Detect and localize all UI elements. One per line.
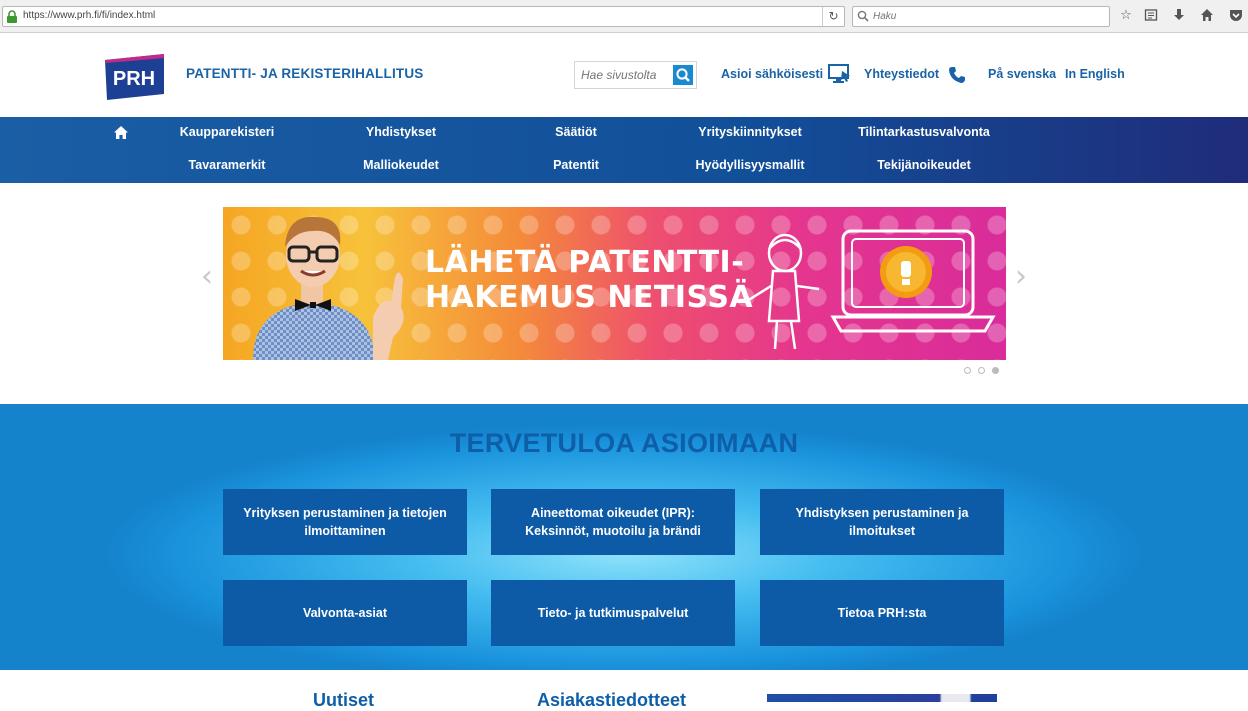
banner-line-2: HAKEMUS NETISSÄ [425,280,754,315]
tile-research-services[interactable]: Tieto- ja tutkimuspalvelut [491,580,735,646]
tile-supervision[interactable]: Valvonta-asiat [223,580,467,646]
carousel-dot-2[interactable] [978,367,985,374]
banner-headline: LÄHETÄ PATENTTI- HAKEMUS NETISSÄ [425,245,753,315]
prh-logo[interactable]: PRH [103,54,166,100]
browser-search-input[interactable] [873,9,1103,24]
main-navigation: Kaupparekisteri Yhdistykset Säätiöt Yrit… [0,117,1248,183]
news-heading[interactable]: Uutiset [313,690,374,711]
download-icon[interactable] [1171,8,1187,24]
bottom-banner-image[interactable] [767,694,997,702]
tile-label: Tietoa PRH:sta [837,606,927,620]
svg-text:PRH: PRH [113,68,155,90]
nav-kaupparekisteri[interactable]: Kaupparekisteri [180,125,274,139]
tile-label: Aineettomat oikeudet (IPR): Keksinnöt, m… [525,506,701,538]
carousel-next-icon[interactable]: › [1011,262,1031,292]
carousel-prev-icon[interactable]: ‹ [197,262,217,292]
eservice-link[interactable]: Asioi sähköisesti [721,67,823,81]
computer-icon [828,64,850,83]
reading-list-icon[interactable] [1143,8,1159,24]
address-bar[interactable]: https://www.prh.fi/fi/index.html ↻ [2,6,845,27]
site-search[interactable] [574,61,697,89]
tile-label: Yhdistyksen perustaminen ja ilmoitukset [795,506,969,538]
carousel-dot-3[interactable] [992,367,999,374]
home-icon[interactable] [1199,8,1215,24]
tile-company-founding[interactable]: Yrityksen perustaminen ja tietojen ilmoi… [223,489,467,555]
carousel-dot-1[interactable] [964,367,971,374]
contact-link[interactable]: Yhteystiedot [864,67,939,81]
carousel-banner[interactable]: LÄHETÄ PATENTTI- HAKEMUS NETISSÄ [223,207,1006,360]
nav-saatiot[interactable]: Säätiöt [555,125,597,139]
home-icon[interactable] [114,126,128,139]
tile-label: Tieto- ja tutkimuspalvelut [537,606,689,620]
welcome-title: TERVETULOA ASIOIMAAN [449,428,799,458]
bookmark-star-icon[interactable]: ☆ [1118,8,1134,24]
nav-patentit[interactable]: Patentit [553,158,599,172]
lock-icon [7,10,17,23]
pocket-icon[interactable] [1228,8,1244,24]
browser-toolbar: https://www.prh.fi/fi/index.html ↻ ☆ [0,0,1248,33]
tile-association[interactable]: Yhdistyksen perustaminen ja ilmoitukset [760,489,1004,555]
url-text: https://www.prh.fi/fi/index.html [23,10,156,21]
nav-yrityskiinnitykset[interactable]: Yrityskiinnitykset [698,125,802,139]
laptop-lightbulb-icon [830,229,996,333]
browser-search-bar[interactable] [852,6,1110,27]
search-icon [857,10,869,22]
banner-person-illustration [253,216,404,360]
nav-malliokeudet[interactable]: Malliokeudet [363,158,439,172]
nav-yhdistykset[interactable]: Yhdistykset [366,125,436,139]
nav-tekijanoikeudet[interactable]: Tekijänoikeudet [877,158,971,172]
bulletins-heading[interactable]: Asiakastiedotteet [537,690,686,711]
nav-tilintarkastusvalvonta[interactable]: Tilintarkastusvalvonta [858,125,990,139]
site-header: PRH PATENTTI- JA REKISTERIHALLITUS Asioi… [0,34,1248,117]
tile-ipr[interactable]: Aineettomat oikeudet (IPR): Keksinnöt, m… [491,489,735,555]
phone-icon [949,67,965,83]
tile-label: Yrityksen perustaminen ja tietojen ilmoi… [243,506,447,538]
site-search-input[interactable] [581,67,673,83]
search-button[interactable] [673,65,693,85]
banner-line-1: LÄHETÄ PATENTTI- [425,245,745,280]
tile-about-prh[interactable]: Tietoa PRH:sta [760,580,1004,646]
nav-hyodyllisyysmallit[interactable]: Hyödyllisyysmallit [695,158,804,172]
english-link[interactable]: In English [1065,67,1125,81]
banner-figure-illustration [746,233,820,350]
bottom-section: Uutiset Asiakastiedotteet [0,670,1248,710]
tile-label: Valvonta-asiat [302,606,388,620]
reload-icon[interactable]: ↻ [822,7,844,26]
nav-tavaramerkit[interactable]: Tavaramerkit [189,158,266,172]
site-name[interactable]: PATENTTI- JA REKISTERIHALLITUS [186,66,424,81]
swedish-link[interactable]: På svenska [988,67,1056,81]
search-icon [676,68,690,82]
welcome-section: TERVETULOA ASIOIMAAN Yrityksen perustami… [0,404,1248,670]
